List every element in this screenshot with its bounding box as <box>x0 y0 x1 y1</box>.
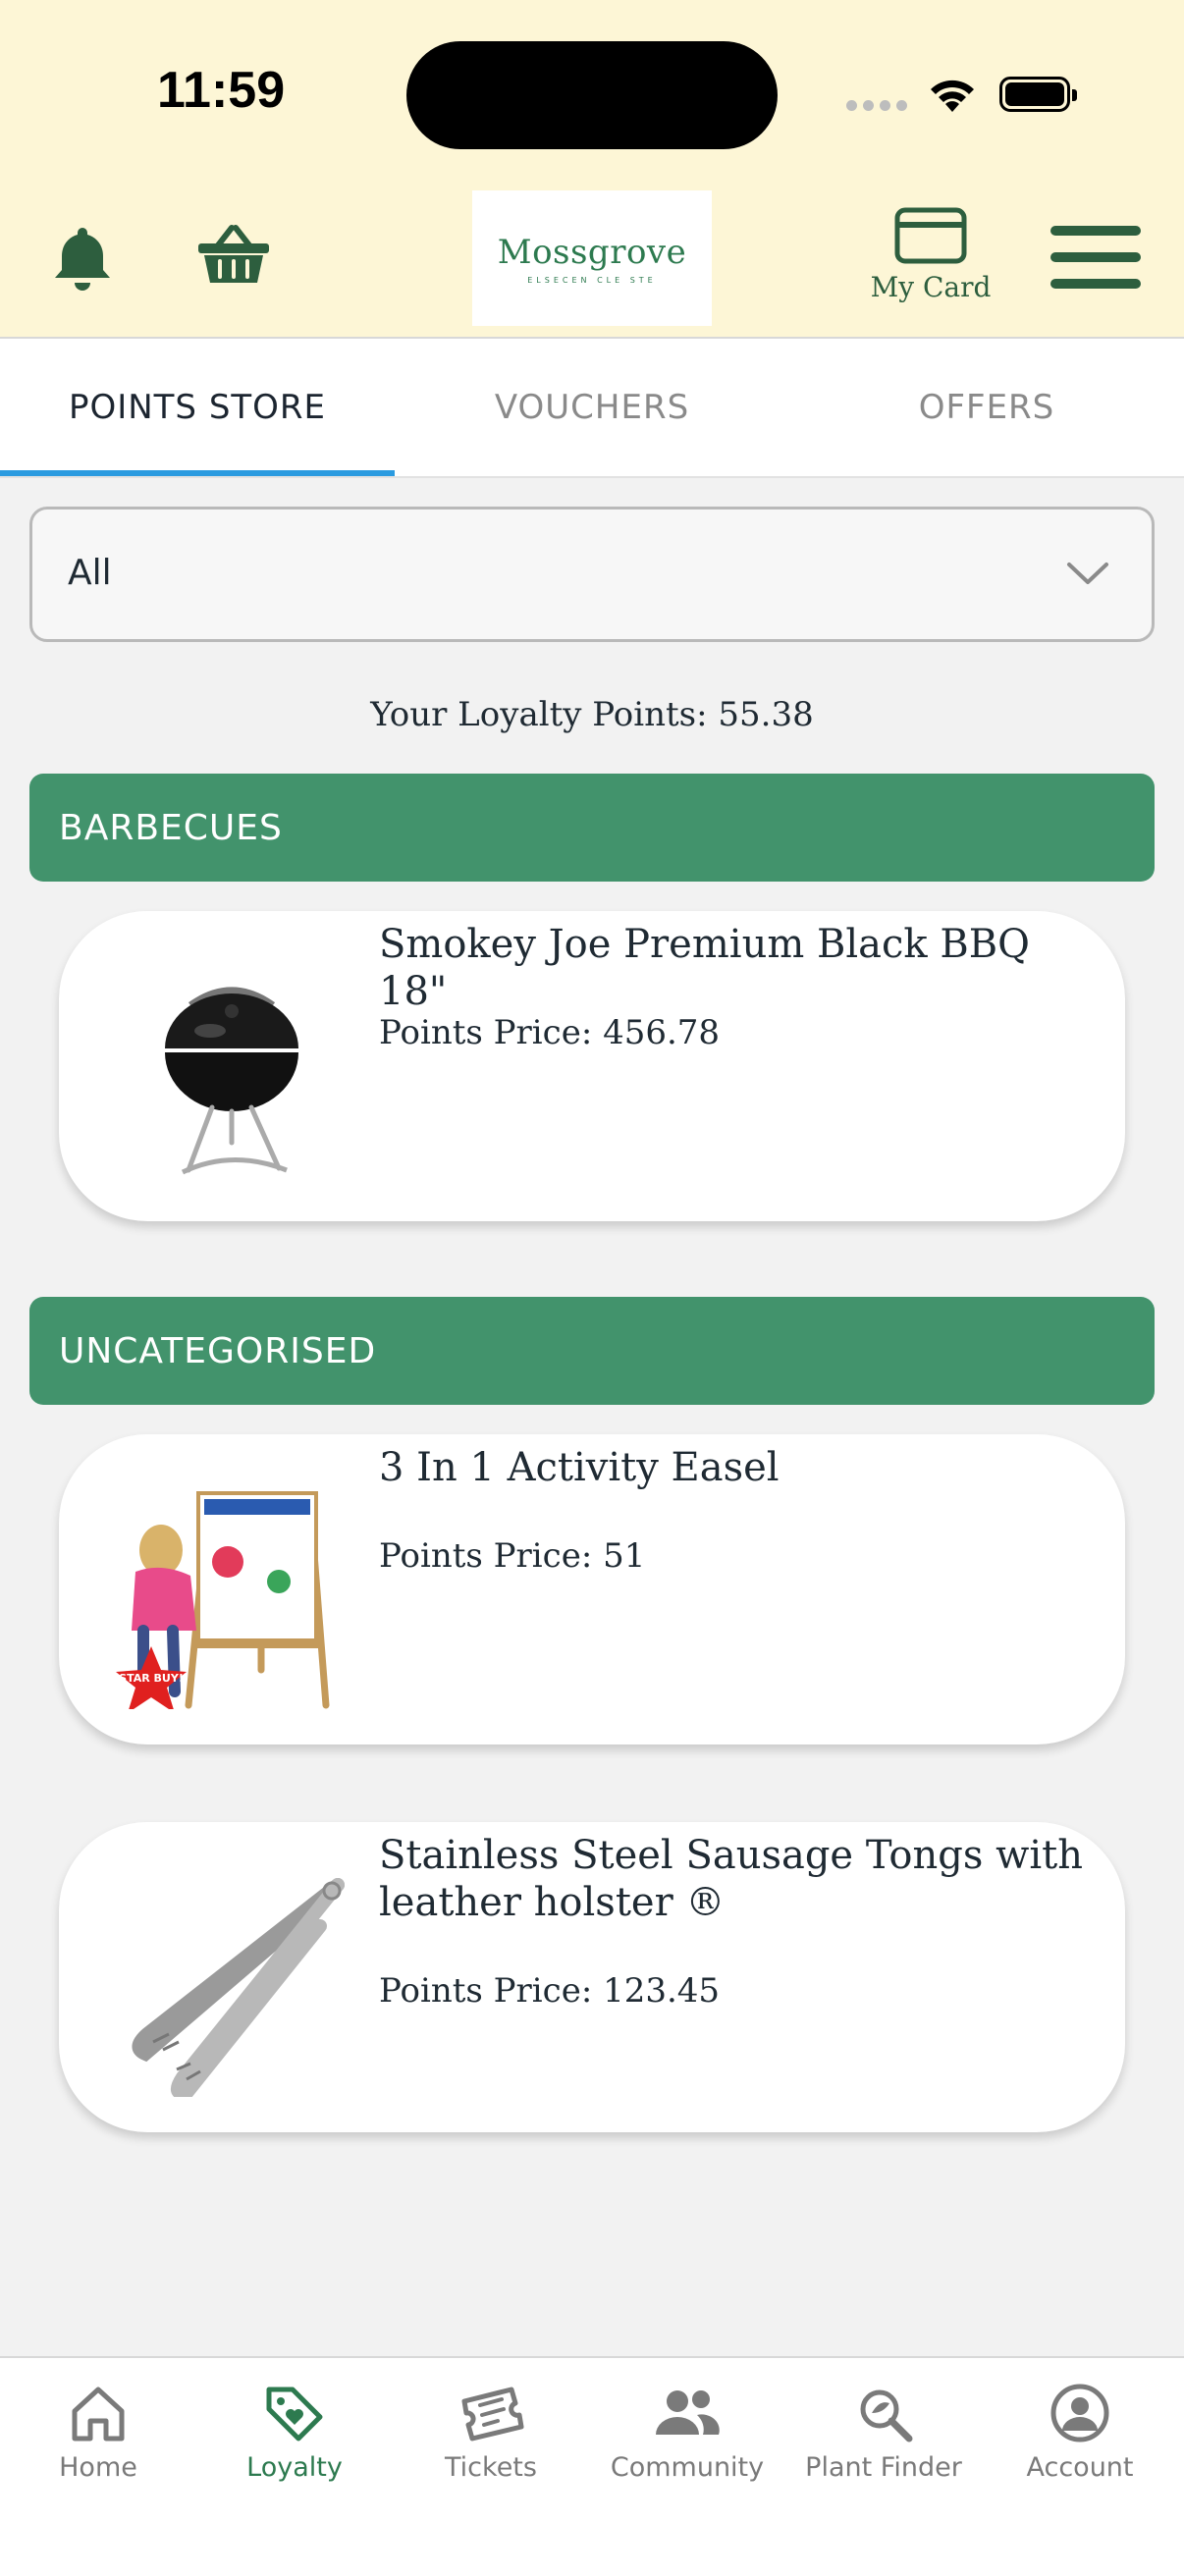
category-filter-select[interactable]: All <box>29 507 1155 642</box>
category-header-barbecues: BARBECUES <box>29 774 1155 882</box>
status-time: 11:59 <box>157 62 286 119</box>
nav-tickets[interactable]: Tickets <box>393 2382 589 2483</box>
nav-loyalty[interactable]: Loyalty <box>196 2382 393 2483</box>
loyalty-points-text: Your Loyalty Points: 55.38 <box>370 695 814 734</box>
nav-tickets-label: Tickets <box>445 2452 537 2483</box>
ticket-icon <box>461 2387 524 2442</box>
category-header-uncategorised: UNCATEGORISED <box>29 1297 1155 1405</box>
card-icon <box>894 207 967 264</box>
hamburger-menu-icon[interactable] <box>1049 224 1143 291</box>
star-buy-badge-text: STAR BUY! <box>119 1672 184 1685</box>
nav-account-label: Account <box>1026 2452 1134 2483</box>
product-card[interactable]: STAR BUY! 3 In 1 Activity Easel Points P… <box>59 1434 1125 1744</box>
product-title: Stainless Steel Sausage Tongs with leath… <box>379 1833 1083 1925</box>
nav-community-label: Community <box>610 2452 765 2483</box>
product-price: Points Price: 51 <box>379 1536 646 1576</box>
nav-plant-finder[interactable]: Plant Finder <box>785 2382 982 2483</box>
product-price: Points Price: 456.78 <box>379 1013 721 1052</box>
chevron-down-icon <box>1067 563 1108 584</box>
bottom-nav: Home Loyalty Tickets Community Plant Fin… <box>0 2356 1184 2576</box>
my-card-label: My Card <box>870 271 992 303</box>
tab-offers[interactable]: OFFERS <box>789 339 1184 476</box>
tongs-product-image <box>132 1878 345 2097</box>
product-card[interactable]: Smokey Joe Premium Black BBQ 18" Points … <box>59 911 1125 1221</box>
tab-bar: POINTS STORE VOUCHERS OFFERS <box>0 339 1184 478</box>
bell-icon[interactable] <box>51 224 114 293</box>
nav-home-label: Home <box>59 2452 137 2483</box>
active-tab-indicator <box>0 470 395 476</box>
nav-home[interactable]: Home <box>0 2382 196 2483</box>
tab-vouchers[interactable]: VOUCHERS <box>395 339 789 476</box>
product-title: Smokey Joe Premium Black BBQ 18" <box>379 922 1030 1014</box>
people-icon <box>656 2390 720 2435</box>
category-filter-value: All <box>68 553 112 593</box>
bbq-product-image <box>165 987 298 1175</box>
tag-heart-icon <box>266 2387 323 2442</box>
nav-community[interactable]: Community <box>589 2382 785 2483</box>
logo-tagline: ELSECEN CLE STE <box>527 275 657 285</box>
my-card-button[interactable]: My Card <box>864 206 997 319</box>
home-icon <box>72 2387 125 2442</box>
app-header: 11:59 Mossgrove ELSECEN CLE STE My Card <box>0 0 1184 339</box>
brand-logo[interactable]: Mossgrove ELSECEN CLE STE <box>472 190 712 326</box>
nav-loyalty-label: Loyalty <box>246 2452 343 2483</box>
easel-product-image: STAR BUY! <box>116 1491 330 1709</box>
product-price: Points Price: 123.45 <box>379 1971 721 2011</box>
nav-account[interactable]: Account <box>982 2382 1178 2483</box>
account-icon <box>1050 2384 1109 2442</box>
plant-search-icon <box>860 2389 913 2442</box>
logo-name: Mossgrove <box>497 232 687 272</box>
tab-points-store[interactable]: POINTS STORE <box>0 339 395 476</box>
wifi-icon <box>931 80 974 112</box>
product-title: 3 In 1 Activity Easel <box>379 1445 780 1490</box>
nav-plant-finder-label: Plant Finder <box>805 2452 962 2483</box>
signal-icon <box>846 100 907 111</box>
dynamic-island <box>406 41 778 149</box>
product-card[interactable]: Stainless Steel Sausage Tongs with leath… <box>59 1822 1125 2132</box>
battery-icon <box>999 77 1077 112</box>
basket-icon[interactable] <box>196 224 271 285</box>
